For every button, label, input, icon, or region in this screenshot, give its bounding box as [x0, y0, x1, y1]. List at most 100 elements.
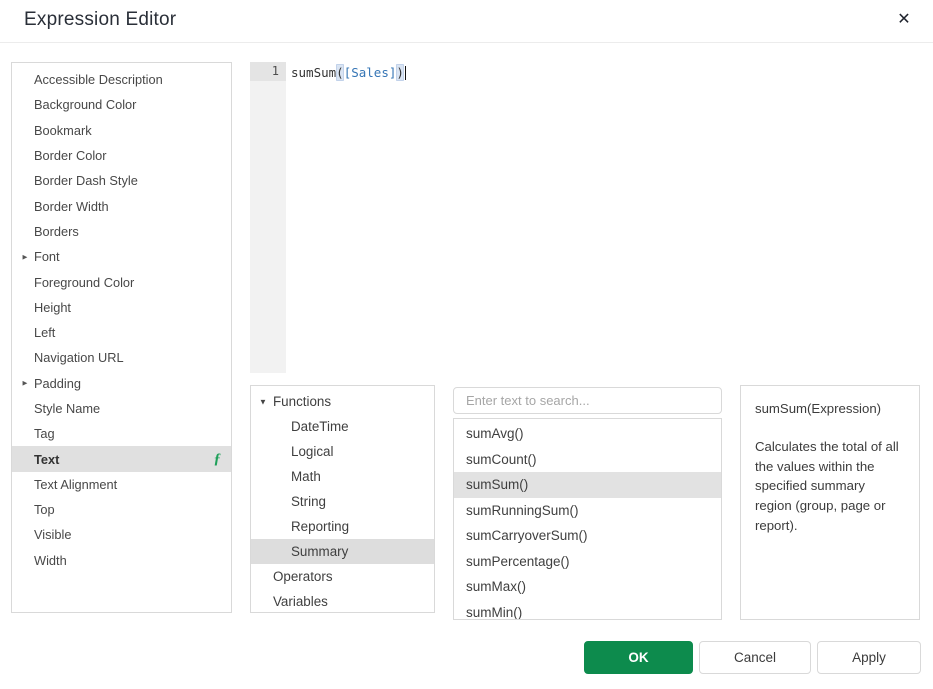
property-item-border-dash-style[interactable]: Border Dash Style	[12, 168, 231, 193]
tree-node-label: Variables	[273, 594, 328, 609]
tree-node-reporting[interactable]: Reporting	[251, 514, 434, 539]
property-label: Border Width	[34, 199, 109, 214]
property-item-left[interactable]: Left	[12, 320, 231, 345]
tree-node-operators[interactable]: Operators	[251, 564, 434, 589]
function-list-item[interactable]: sumRunningSum()	[454, 498, 721, 524]
property-item-height[interactable]: Height	[12, 295, 231, 320]
property-item-width[interactable]: Width	[12, 548, 231, 573]
function-assigned-icon: ƒ	[214, 451, 222, 468]
property-label: Padding	[34, 376, 81, 391]
function-list-item-selected[interactable]: sumSum()	[454, 472, 721, 498]
property-item-accessible-description[interactable]: Accessible Description	[12, 67, 231, 92]
function-name: sumRunningSum()	[466, 503, 579, 518]
property-label: Style Name	[34, 401, 100, 416]
expand-arrow-icon[interactable]: ►	[21, 379, 29, 388]
tree-node-label: DateTime	[291, 419, 349, 434]
property-item-tag[interactable]: Tag	[12, 421, 231, 446]
tree-node-label: Functions	[273, 394, 331, 409]
property-label: Text Alignment	[34, 477, 117, 492]
code-line: sumSum([Sales])	[291, 64, 921, 81]
dialog-header: Expression Editor ✕	[0, 0, 933, 43]
property-label: Borders	[34, 224, 79, 239]
property-item-foreground-color[interactable]: Foreground Color	[12, 269, 231, 294]
function-list-item[interactable]: sumCount()	[454, 447, 721, 473]
tree-node-logical[interactable]: Logical	[251, 439, 434, 464]
code-function-token: sumSum	[291, 64, 336, 81]
tree-node-variables[interactable]: Variables	[251, 589, 434, 613]
property-item-border-width[interactable]: Border Width	[12, 193, 231, 218]
code-area[interactable]: sumSum([Sales])	[286, 62, 921, 373]
tree-node-label: Math	[291, 469, 321, 484]
property-label: Navigation URL	[34, 350, 124, 365]
function-description-text: Calculates the total of all the values w…	[755, 437, 905, 536]
ok-button[interactable]: OK	[584, 641, 693, 674]
property-item-visible[interactable]: Visible	[12, 522, 231, 547]
function-name: sumAvg()	[466, 426, 524, 441]
property-item-font[interactable]: ► Font	[12, 244, 231, 269]
text-cursor	[405, 66, 406, 80]
dialog-footer: OK Cancel Apply	[584, 641, 921, 674]
function-list-item[interactable]: sumMin()	[454, 600, 721, 621]
function-signature: sumSum(Expression)	[755, 399, 905, 419]
property-item-navigation-url[interactable]: Navigation URL	[12, 345, 231, 370]
function-name: sumMin()	[466, 605, 522, 620]
collapse-arrow-icon[interactable]: ▼	[259, 389, 267, 414]
property-label: Foreground Color	[34, 275, 134, 290]
property-item-style-name[interactable]: Style Name	[12, 396, 231, 421]
apply-button[interactable]: Apply	[817, 641, 921, 674]
category-tree-panel: ▼Functions DateTime Logical Math String …	[250, 385, 435, 613]
close-icon[interactable]: ✕	[891, 7, 917, 33]
property-item-bookmark[interactable]: Bookmark	[12, 118, 231, 143]
tree-node-math[interactable]: Math	[251, 464, 434, 489]
function-list-item[interactable]: sumPercentage()	[454, 549, 721, 575]
property-item-text[interactable]: Text ƒ	[12, 446, 231, 471]
property-label: Top	[34, 502, 55, 517]
properties-panel: Accessible Description Background Color …	[11, 62, 232, 613]
property-label: Visible	[34, 527, 71, 542]
function-name: sumCount()	[466, 452, 537, 467]
function-name: sumSum()	[466, 477, 528, 492]
property-label: Background Color	[34, 97, 136, 112]
tree-node-label: Logical	[291, 444, 333, 459]
property-label: Height	[34, 300, 71, 315]
line-number: 1	[250, 62, 286, 81]
tree-node-functions[interactable]: ▼ Functions	[251, 389, 434, 414]
function-name: sumCarryoverSum()	[466, 528, 588, 543]
open-paren-token: (	[336, 64, 344, 81]
function-list-item[interactable]: sumAvg()	[454, 421, 721, 447]
tree-node-label: Summary	[291, 544, 348, 559]
property-item-borders[interactable]: Borders	[12, 219, 231, 244]
function-list-item[interactable]: sumCarryoverSum()	[454, 523, 721, 549]
tree-node-label: String	[291, 494, 326, 509]
property-label: Border Color	[34, 148, 107, 163]
function-description-panel: sumSum(Expression) Calculates the total …	[740, 385, 920, 620]
property-item-background-color[interactable]: Background Color	[12, 92, 231, 117]
search-input[interactable]	[453, 387, 722, 414]
property-item-text-alignment[interactable]: Text Alignment	[12, 472, 231, 497]
function-list-item[interactable]: sumMax()	[454, 574, 721, 600]
tree-node-datetime[interactable]: DateTime	[251, 414, 434, 439]
tree-node-label: Reporting	[291, 519, 349, 534]
function-name: sumMax()	[466, 579, 526, 594]
tree-node-summary[interactable]: Summary	[251, 539, 434, 564]
property-label: Accessible Description	[34, 72, 163, 87]
expand-arrow-icon[interactable]: ►	[21, 252, 29, 261]
property-label: Text	[34, 452, 59, 467]
tree-node-string[interactable]: String	[251, 489, 434, 514]
function-list: sumAvg() sumCount() sumSum() sumRunningS…	[453, 418, 722, 620]
property-label: Bookmark	[34, 123, 92, 138]
field-token: [Sales]	[344, 64, 397, 81]
property-label: Font	[34, 249, 60, 264]
property-label: Left	[34, 325, 55, 340]
property-item-padding[interactable]: ► Padding	[12, 371, 231, 396]
tree-node-label: Operators	[273, 569, 333, 584]
dialog-title: Expression Editor	[24, 9, 176, 31]
expression-editor-dialog: Expression Editor ✕ Accessible Descripti…	[0, 0, 933, 689]
expression-code-editor[interactable]: 1 sumSum([Sales])	[250, 62, 921, 373]
cancel-button[interactable]: Cancel	[699, 641, 811, 674]
close-paren-token: )	[396, 64, 404, 81]
property-label: Width	[34, 553, 67, 568]
property-item-border-color[interactable]: Border Color	[12, 143, 231, 168]
property-item-top[interactable]: Top	[12, 497, 231, 522]
property-label: Border Dash Style	[34, 173, 138, 188]
